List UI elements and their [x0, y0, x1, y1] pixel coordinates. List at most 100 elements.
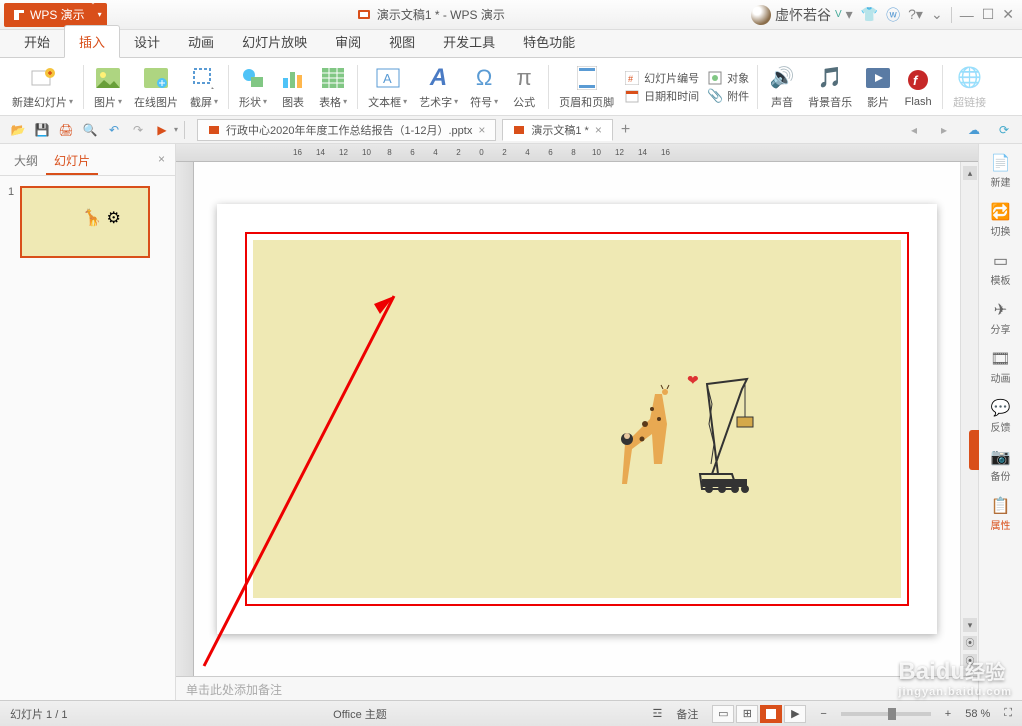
quick-access-bar: 📂 💾 🖨 🔍 ↶ ↷ ▶ ▾ 行政中心2020年年度工作总结报告（1-12月）…: [0, 116, 1022, 144]
right-sidebar: 📄新建 🔁切换 ▭模板 ✈分享 🎞动画 💬反馈 📷备份 📋属性: [978, 144, 1022, 700]
help-icon[interactable]: ?▾: [908, 6, 923, 23]
vertical-scrollbar[interactable]: ▴ ▾ ⦿ ⦿: [960, 162, 978, 676]
skin-icon[interactable]: 👕: [861, 6, 878, 23]
new-slide-button[interactable]: 新建幻灯片▾: [6, 60, 79, 114]
menu-tab-0[interactable]: 开始: [10, 26, 64, 57]
symbol-button[interactable]: Ω符号▾: [464, 60, 504, 114]
slide-thumbnail[interactable]: 1 🦒 ⚙: [8, 186, 167, 258]
redo-icon[interactable]: ↷: [128, 120, 148, 140]
sorter-view-button[interactable]: ⊞: [736, 705, 758, 723]
shapes-button[interactable]: 形状▾: [233, 60, 273, 114]
avatar: [751, 5, 771, 25]
spellcheck-icon[interactable]: ☲: [652, 707, 662, 720]
maximize-button[interactable]: ☐: [982, 6, 995, 23]
menu-tab-5[interactable]: 审阅: [321, 26, 375, 57]
textbox-button[interactable]: A文本框▾: [362, 60, 413, 114]
giraffe-image: [617, 384, 687, 494]
attachment-button[interactable]: 📎附件: [707, 88, 749, 104]
slide[interactable]: ❤: [217, 204, 937, 634]
close-panel-button[interactable]: ×: [154, 148, 169, 175]
date-time-button[interactable]: 日期和时间: [624, 88, 699, 104]
close-tab-icon[interactable]: ×: [478, 123, 485, 137]
print-preview-icon[interactable]: 🔍: [80, 120, 100, 140]
thumbnail-panel: 大纲 幻灯片 × 1 🦒 ⚙: [0, 144, 176, 700]
sidebar-反馈[interactable]: 💬反馈: [991, 399, 1011, 434]
window-title: 演示文稿1 * - WPS 演示: [111, 6, 751, 23]
movie-button[interactable]: 影片: [858, 60, 898, 114]
header-footer-button[interactable]: 页眉和页脚: [553, 60, 620, 114]
play-icon[interactable]: ▶: [152, 120, 172, 140]
sidebar-新建[interactable]: 📄新建: [991, 154, 1011, 189]
reading-view-button[interactable]: [760, 705, 782, 723]
undo-icon[interactable]: ↶: [104, 120, 124, 140]
notes-pane[interactable]: 单击此处添加备注: [176, 676, 978, 700]
menu-tab-3[interactable]: 动画: [174, 26, 228, 57]
menu-tab-7[interactable]: 开发工具: [429, 26, 509, 57]
prev-slide-button[interactable]: ⦿: [963, 636, 977, 650]
nav-right-icon[interactable]: ▸: [934, 120, 954, 140]
slideshow-button[interactable]: ▶: [784, 705, 806, 723]
menu-tab-2[interactable]: 设计: [120, 26, 174, 57]
chart-button[interactable]: 图表: [273, 60, 313, 114]
sidebar-分享[interactable]: ✈分享: [991, 301, 1011, 336]
wordart-button[interactable]: A艺术字▾: [413, 60, 464, 114]
zoom-slider[interactable]: [841, 712, 931, 716]
notes-toggle[interactable]: 备注: [676, 706, 698, 722]
menu-tab-8[interactable]: 特色功能: [509, 26, 589, 57]
menu-tab-6[interactable]: 视图: [375, 26, 429, 57]
zoom-out-button[interactable]: −: [820, 708, 826, 720]
minimize-button[interactable]: —: [960, 7, 974, 23]
print-icon[interactable]: 🖨: [56, 120, 76, 140]
save-icon[interactable]: 💾: [32, 120, 52, 140]
sidebar-切换[interactable]: 🔁切换: [991, 203, 1011, 238]
min-ribbon-icon[interactable]: ⌄: [931, 6, 943, 23]
sidebar-属性[interactable]: 📋属性: [991, 497, 1011, 532]
sidebar-模板[interactable]: ▭模板: [991, 252, 1011, 287]
zoom-value[interactable]: 58 %: [965, 708, 990, 720]
menu-tab-4[interactable]: 幻灯片放映: [228, 26, 321, 57]
fit-button[interactable]: ⛶: [1004, 707, 1012, 720]
object-button[interactable]: 对象: [707, 70, 749, 86]
bgm-button[interactable]: 🎵背景音乐: [802, 60, 858, 114]
add-document-button[interactable]: +: [621, 121, 630, 139]
audio-button[interactable]: 🔊声音: [762, 60, 802, 114]
sidebar-动画[interactable]: 🎞动画: [991, 350, 1011, 385]
sidebar-备份[interactable]: 📷备份: [991, 448, 1011, 483]
qa-customize[interactable]: ▾: [174, 125, 178, 134]
image-button[interactable]: 图片▾: [88, 60, 128, 114]
tab-slides[interactable]: 幻灯片: [46, 148, 98, 175]
close-tab-icon[interactable]: ×: [595, 123, 602, 137]
app-name: WPS 演示: [30, 6, 85, 23]
scroll-down-button[interactable]: ▾: [963, 618, 977, 632]
slide-number-button[interactable]: #幻灯片编号: [624, 70, 699, 86]
menu-tab-1[interactable]: 插入: [64, 25, 120, 58]
app-badge[interactable]: WPS 演示: [4, 3, 93, 27]
next-slide-button[interactable]: ⦿: [963, 654, 977, 668]
tab-outline[interactable]: 大纲: [6, 148, 46, 175]
weibo-icon[interactable]: ⓦ: [886, 5, 900, 25]
sync-icon[interactable]: ⟳: [994, 120, 1014, 140]
main-area: 大纲 幻灯片 × 1 🦒 ⚙ 1614121086420246810121416…: [0, 144, 1022, 700]
normal-view-button[interactable]: ▭: [712, 705, 734, 723]
scroll-up-button[interactable]: ▴: [963, 166, 977, 180]
sidebar-handle[interactable]: [969, 430, 979, 470]
flash-button[interactable]: fFlash: [898, 60, 938, 114]
nav-left-icon[interactable]: ◂: [904, 120, 924, 140]
online-image-button[interactable]: 在线图片: [128, 60, 184, 114]
zoom-in-button[interactable]: +: [945, 708, 951, 720]
cloud-icon[interactable]: ☁: [964, 120, 984, 140]
app-menu-dropdown[interactable]: ▾: [93, 3, 107, 27]
formula-button[interactable]: π公式: [504, 60, 544, 114]
slide-canvas[interactable]: ❤: [194, 162, 960, 676]
document-tab[interactable]: 行政中心2020年年度工作总结报告（1-12月）.pptx×: [197, 119, 496, 141]
screenshot-button[interactable]: 截屏▾: [184, 60, 224, 114]
document-tab[interactable]: 演示文稿1 *×: [502, 119, 612, 141]
user-account[interactable]: 虚怀若谷 V▾: [751, 5, 853, 25]
vertical-ruler: [176, 162, 194, 676]
open-icon[interactable]: 📂: [8, 120, 28, 140]
status-bar: 幻灯片 1 / 1 Office 主题 ☲ 备注 ▭ ⊞ ▶ − + 58 % …: [0, 700, 1022, 726]
close-button[interactable]: ✕: [1002, 6, 1014, 23]
view-buttons: ▭ ⊞ ▶: [712, 705, 806, 723]
table-button[interactable]: 表格▾: [313, 60, 353, 114]
slide-counter: 幻灯片 1 / 1: [10, 706, 67, 722]
